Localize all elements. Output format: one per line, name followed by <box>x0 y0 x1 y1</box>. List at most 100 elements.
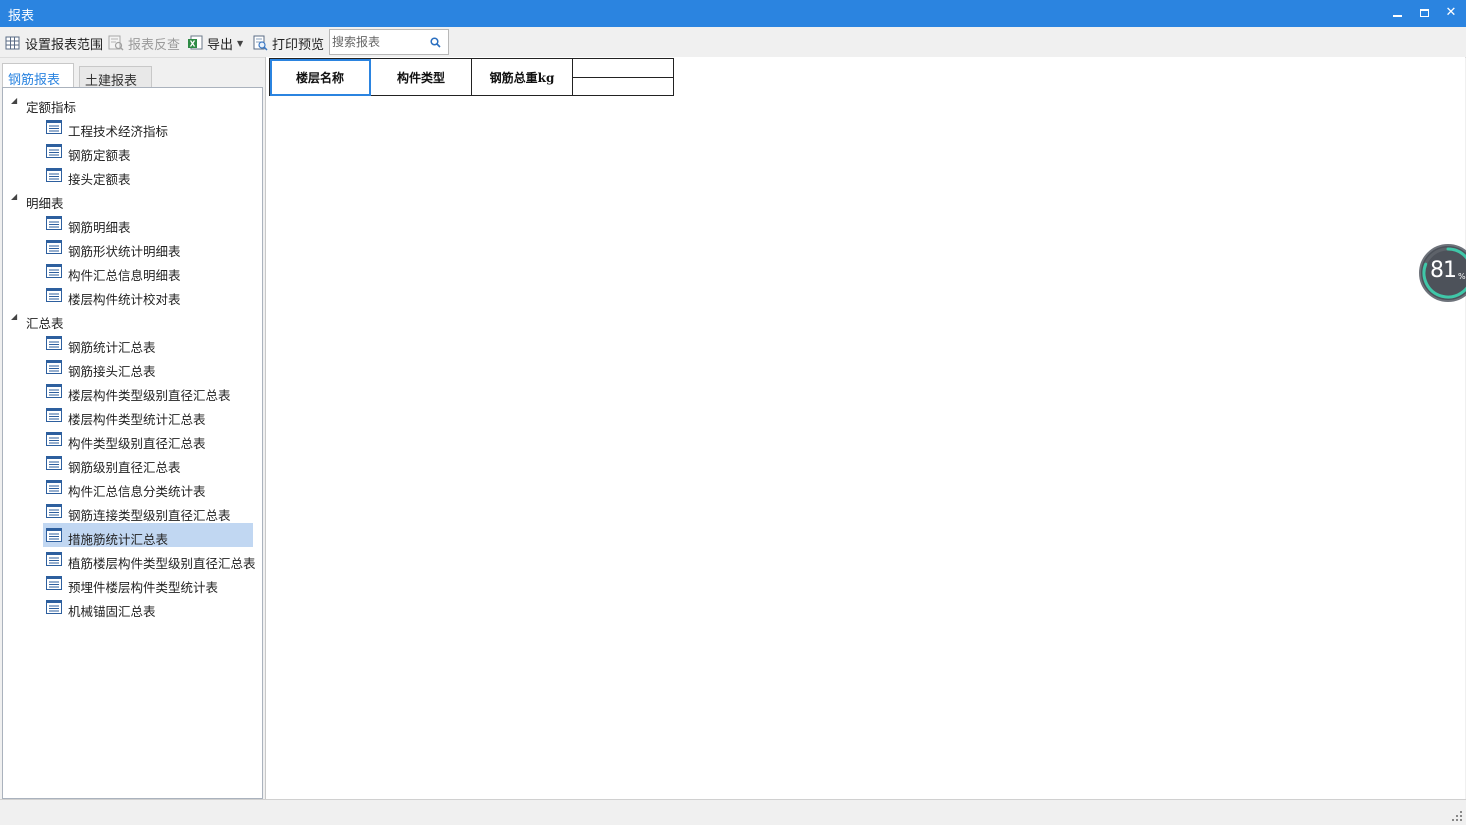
svg-text:X: X <box>190 40 196 49</box>
tree-item-label: 预埋件楼层构件类型统计表 <box>68 580 219 595</box>
tree-item[interactable]: 接头定额表 <box>43 163 253 187</box>
search-icon[interactable] <box>430 37 441 48</box>
tree-item[interactable]: 机械锚固汇总表 <box>43 595 253 619</box>
report-document-icon <box>46 336 62 350</box>
report-document-icon <box>46 360 62 374</box>
tree-item-label: 接头定额表 <box>68 172 131 187</box>
header-blank-bottom[interactable] <box>572 76 674 96</box>
toolbar: 设置报表范围 报表反查 X 导出 ▼ 打印预览 <box>0 27 1466 58</box>
close-icon: ✕ <box>1445 5 1457 20</box>
tree-item[interactable]: 楼层构件类型级别直径汇总表 <box>43 379 253 403</box>
tree-item-label: 钢筋统计汇总表 <box>68 340 156 355</box>
expand-toggle-icon[interactable]: ◢ <box>11 313 19 321</box>
report-document-icon <box>46 432 62 446</box>
progress-unit: % <box>1458 272 1466 281</box>
tree-item[interactable]: 构件汇总信息分类统计表 <box>43 475 253 499</box>
tree-item-label: 构件类型级别直径汇总表 <box>68 436 206 451</box>
report-search-box <box>329 29 449 55</box>
tab-civil-report[interactable]: 土建报表量 <box>79 66 152 108</box>
expand-toggle-icon[interactable]: ◢ <box>11 97 19 105</box>
print-preview-label: 打印预览 <box>272 37 325 53</box>
tree-item[interactable]: 钢筋形状统计明细表 <box>43 235 253 259</box>
tree-item-label: 钢筋定额表 <box>68 148 131 163</box>
tree-item-label: 楼层构件统计校对表 <box>68 292 181 307</box>
print-preview-button[interactable]: 打印预览 <box>252 32 324 54</box>
tree-item-label: 钢筋接头汇总表 <box>68 364 156 379</box>
tree-item[interactable]: 预埋件楼层构件类型统计表 <box>43 571 253 595</box>
tree-item-label: 钢筋明细表 <box>68 220 131 235</box>
set-report-range-button[interactable]: 设置报表范围 <box>5 32 103 54</box>
tree-item[interactable]: 钢筋明细表 <box>43 211 253 235</box>
tree-group[interactable]: ◢ 定额指标 <box>3 91 261 116</box>
tree-item-label: 构件汇总信息明细表 <box>68 268 181 283</box>
tree-item[interactable]: 楼层构件类型统计汇总表 <box>43 403 253 427</box>
tree-item-label: 楼层构件类型级别直径汇总表 <box>68 388 231 403</box>
tree-item[interactable]: 钢筋统计汇总表 <box>43 331 253 355</box>
title-bar: 报表 ✕ <box>0 0 1466 27</box>
tree-group[interactable]: ◢ 汇总表 <box>3 307 261 332</box>
report-document-icon <box>46 480 62 494</box>
report-reverse-check-label: 报表反查 <box>128 37 181 53</box>
report-document-icon <box>46 576 62 590</box>
tree-item-label: 楼层构件类型统计汇总表 <box>68 412 206 427</box>
report-document-icon <box>46 168 62 182</box>
report-table: 楼层名称 构件类型 钢筋总重kg <box>269 58 674 96</box>
close-button[interactable]: ✕ <box>1440 4 1462 22</box>
header-component-type[interactable]: 构件类型 <box>370 58 472 96</box>
minimize-button[interactable] <box>1386 4 1408 22</box>
tree-item[interactable]: 措施筋统计汇总表 <box>43 523 253 547</box>
header-total-rebar-weight[interactable]: 钢筋总重kg <box>471 58 573 96</box>
report-document-icon <box>46 528 62 542</box>
maximize-icon <box>1419 9 1429 17</box>
minimize-icon <box>1392 15 1402 17</box>
tree-group-label: 明细表 <box>26 196 64 211</box>
report-document-icon <box>46 120 62 134</box>
tree-item[interactable]: 工程技术经济指标 <box>43 115 253 139</box>
tree-item[interactable]: 钢筋连接类型级别直径汇总表 <box>43 499 253 523</box>
tree-item[interactable]: 构件类型级别直径汇总表 <box>43 427 253 451</box>
expand-toggle-icon[interactable]: ◢ <box>11 193 19 201</box>
chevron-down-icon: ▼ <box>237 38 244 48</box>
status-bar <box>0 799 1466 825</box>
tree-item[interactable]: 植筋楼层构件类型级别直径汇总表 <box>43 547 256 571</box>
report-document-icon <box>46 264 62 278</box>
maximize-button[interactable] <box>1413 4 1435 22</box>
window-title: 报表 <box>8 9 35 24</box>
resize-grip-icon[interactable] <box>1452 811 1462 821</box>
table-header-row: 楼层名称 构件类型 钢筋总重kg <box>269 58 674 96</box>
report-document-icon <box>46 216 62 230</box>
tree-item-label: 措施筋统计汇总表 <box>68 532 169 547</box>
tree-group-label: 汇总表 <box>26 316 64 331</box>
report-reverse-check-button[interactable]: 报表反查 <box>108 32 180 54</box>
header-floor-name[interactable]: 楼层名称 <box>269 58 371 96</box>
grid-settings-icon <box>5 36 20 50</box>
tree-group[interactable]: ◢ 明细表 <box>3 187 261 212</box>
tree-item-label: 构件汇总信息分类统计表 <box>68 484 206 499</box>
reverse-check-icon <box>108 35 124 51</box>
report-document-icon <box>46 288 62 302</box>
export-label: 导出 <box>207 37 234 53</box>
report-document-icon <box>46 408 62 422</box>
report-document-icon <box>46 504 62 518</box>
tree-group-label: 定额指标 <box>26 100 77 115</box>
report-view: 楼层名称 构件类型 钢筋总重kg <box>265 57 1465 799</box>
header-blank-top[interactable] <box>572 58 674 78</box>
tab-rebar-report[interactable]: 钢筋报表量 <box>2 63 74 107</box>
progress-value: 81 <box>1430 258 1457 283</box>
tree-item-label: 钢筋级别直径汇总表 <box>68 460 181 475</box>
tree-item-label: 工程技术经济指标 <box>68 124 169 139</box>
tree-item[interactable]: 钢筋定额表 <box>43 139 253 163</box>
tree-item-label: 钢筋形状统计明细表 <box>68 244 181 259</box>
print-preview-icon <box>253 35 268 51</box>
tree-item[interactable]: 构件汇总信息明细表 <box>43 259 253 283</box>
tree-item-label: 钢筋连接类型级别直径汇总表 <box>68 508 231 523</box>
tree-item-label: 机械锚固汇总表 <box>68 604 156 619</box>
set-report-range-label: 设置报表范围 <box>25 37 104 53</box>
export-button[interactable]: X 导出 ▼ <box>187 32 243 54</box>
report-document-icon <box>46 600 62 614</box>
tree-item[interactable]: 钢筋接头汇总表 <box>43 355 253 379</box>
tree-item[interactable]: 楼层构件统计校对表 <box>43 283 253 307</box>
tree-item[interactable]: 钢筋级别直径汇总表 <box>43 451 253 475</box>
report-search-input[interactable] <box>332 33 426 51</box>
report-document-icon <box>46 144 62 158</box>
